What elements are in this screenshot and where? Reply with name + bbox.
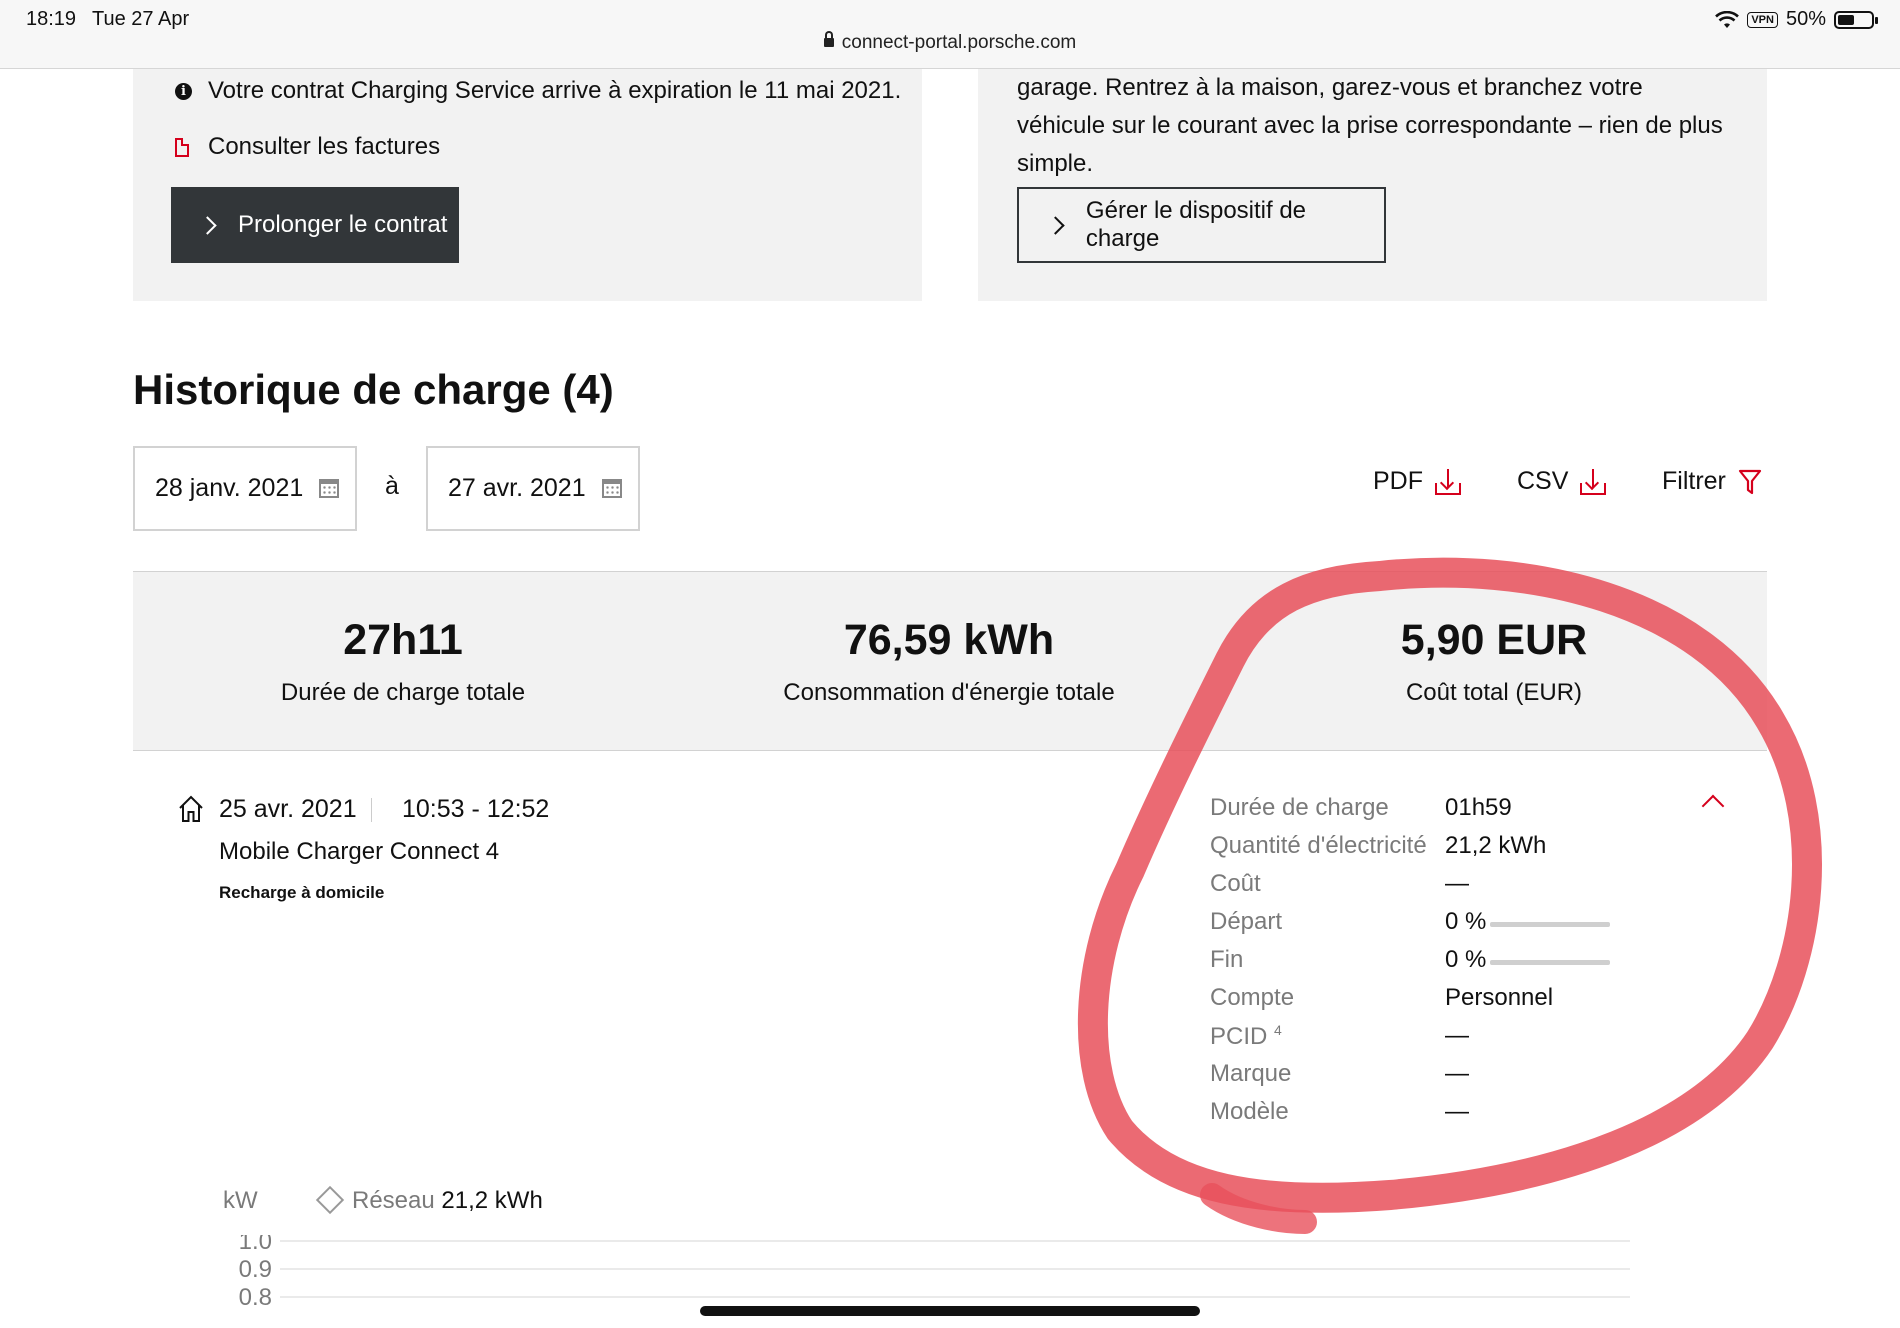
detail-value: Personnel: [1445, 984, 1554, 1011]
total-duration-value: 27h11: [343, 616, 463, 664]
detail-value: 0 %: [1445, 908, 1487, 935]
end-soc-bar: [1490, 960, 1610, 965]
contract-notice: i Votre contrat Charging Service arrive …: [175, 77, 901, 105]
url-text: connect-portal.porsche.com: [841, 32, 1077, 53]
export-pdf-label: PDF: [1373, 467, 1423, 495]
session-device: Mobile Charger Connect 4: [219, 838, 500, 865]
legend-series-value: 21,2 kWh: [441, 1187, 543, 1214]
chart-y-label: kW: [223, 1187, 258, 1214]
status-time: 18:19: [26, 8, 77, 30]
total-cost-stat: 5,90 EUR Coût total (EUR): [1244, 616, 1744, 707]
contract-notice-text: Votre contrat Charging Service arrive à …: [208, 77, 902, 104]
document-icon: [175, 137, 189, 157]
detail-value: —: [1445, 1022, 1469, 1049]
total-cost-value: 5,90 EUR: [1400, 616, 1588, 664]
page-title: Historique de charge (4): [133, 366, 614, 413]
status-date: Tue 27 Apr: [92, 8, 190, 30]
home-indicator: [700, 1306, 1200, 1316]
home-icon: [179, 795, 203, 822]
detail-value: 01h59: [1445, 794, 1512, 821]
detail-label: PCID 4: [1210, 1022, 1282, 1051]
manage-charging-device-label: Gérer le dispositif de charge: [1085, 197, 1307, 252]
session-divider: [371, 798, 372, 822]
lock-icon: [823, 31, 834, 47]
extend-contract-label: Prolonger le contrat: [238, 211, 448, 238]
manage-charging-device-button[interactable]: Gérer le dispositif de charge: [1017, 187, 1386, 263]
charging-device-card: garage. Rentrez à la maison, garez-vous …: [978, 69, 1767, 301]
legend-series-name: Réseau: [352, 1187, 435, 1214]
detail-label: Fin: [1210, 946, 1244, 973]
session-time: 10:53 - 12:52: [402, 795, 550, 823]
contract-card: i Votre contrat Charging Service arrive …: [133, 69, 922, 301]
browser-status-bar: 18:19 Tue 27 Apr VPN 50% connect-portal.…: [0, 0, 1900, 69]
detail-label: Durée de charge: [1210, 794, 1389, 821]
detail-value: —: [1445, 1060, 1469, 1087]
charging-device-text: garage. Rentrez à la maison, garez-vous …: [1017, 74, 1723, 177]
date-to-picker[interactable]: 27 avr. 2021: [426, 446, 640, 531]
date-from-picker[interactable]: 28 janv. 2021: [133, 446, 357, 531]
export-csv-button[interactable]: CSV: [1517, 467, 1607, 496]
total-energy-label: Consommation d'énergie totale: [783, 679, 1115, 706]
detail-label: Marque: [1210, 1060, 1292, 1087]
vpn-badge: VPN: [1747, 11, 1778, 28]
chevron-right-icon: [198, 215, 217, 235]
status-indicators: VPN 50%: [1715, 8, 1878, 31]
detail-label: Quantité d'électricité: [1210, 832, 1427, 859]
calendar-icon[interactable]: [601, 479, 622, 498]
date-separator: à: [385, 472, 399, 500]
pcid-footnote: 4: [1274, 1022, 1282, 1038]
total-energy-value: 76,59 kWh: [843, 616, 1055, 664]
detail-value: 0 %: [1445, 946, 1487, 973]
detail-label: Compte: [1210, 984, 1295, 1011]
calendar-icon[interactable]: [319, 479, 340, 498]
export-csv-label: CSV: [1517, 467, 1569, 495]
wifi-icon: [1715, 10, 1740, 28]
info-icon: i: [175, 82, 192, 100]
battery-icon: [1834, 10, 1878, 29]
pcid-label: PCID: [1210, 1023, 1268, 1050]
detail-label: Départ: [1210, 908, 1283, 935]
session-date: 25 avr. 2021: [219, 795, 357, 823]
detail-label: Coût: [1210, 870, 1261, 897]
date-from-value: 28 janv. 2021: [155, 474, 304, 502]
total-duration-stat: 27h11 Durée de charge totale: [153, 616, 653, 707]
extend-contract-button[interactable]: Prolonger le contrat: [171, 187, 459, 263]
detail-value: —: [1445, 1098, 1469, 1125]
filter-label: Filtrer: [1662, 467, 1726, 495]
chart-y-tick: 1.0: [239, 1235, 272, 1255]
export-pdf-button[interactable]: PDF: [1373, 467, 1461, 496]
battery-percent: 50%: [1785, 8, 1826, 30]
start-soc-bar: [1490, 922, 1610, 927]
download-icon: [1435, 468, 1461, 495]
detail-value: 21,2 kWh: [1445, 832, 1547, 859]
chart-legend[interactable]: Réseau 21,2 kWh: [352, 1187, 543, 1215]
invoices-link-text: Consulter les factures: [208, 133, 441, 160]
total-cost-label: Coût total (EUR): [1405, 679, 1583, 706]
filter-icon: [1738, 469, 1761, 494]
detail-label: Modèle: [1210, 1098, 1289, 1125]
address-bar[interactable]: connect-portal.porsche.com: [0, 31, 1900, 54]
chart-y-tick: 0.8: [239, 1284, 272, 1311]
chevron-right-icon: [1046, 215, 1065, 235]
detail-value: —: [1445, 870, 1469, 897]
chevron-up-icon[interactable]: [1701, 794, 1725, 818]
invoices-link[interactable]: Consulter les factures: [175, 133, 440, 161]
date-to-value: 27 avr. 2021: [448, 474, 586, 502]
filter-button[interactable]: Filtrer: [1662, 467, 1762, 496]
session-type: Recharge à domicile: [219, 883, 385, 902]
chart-y-tick: 0.9: [239, 1256, 272, 1283]
total-energy-stat: 76,59 kWh Consommation d'énergie totale: [699, 616, 1199, 707]
diamond-icon[interactable]: [315, 1185, 345, 1215]
total-duration-label: Durée de charge totale: [280, 679, 526, 706]
charging-summary: 27h11 Durée de charge totale 76,59 kWh C…: [133, 571, 1767, 751]
download-icon: [1580, 468, 1607, 495]
